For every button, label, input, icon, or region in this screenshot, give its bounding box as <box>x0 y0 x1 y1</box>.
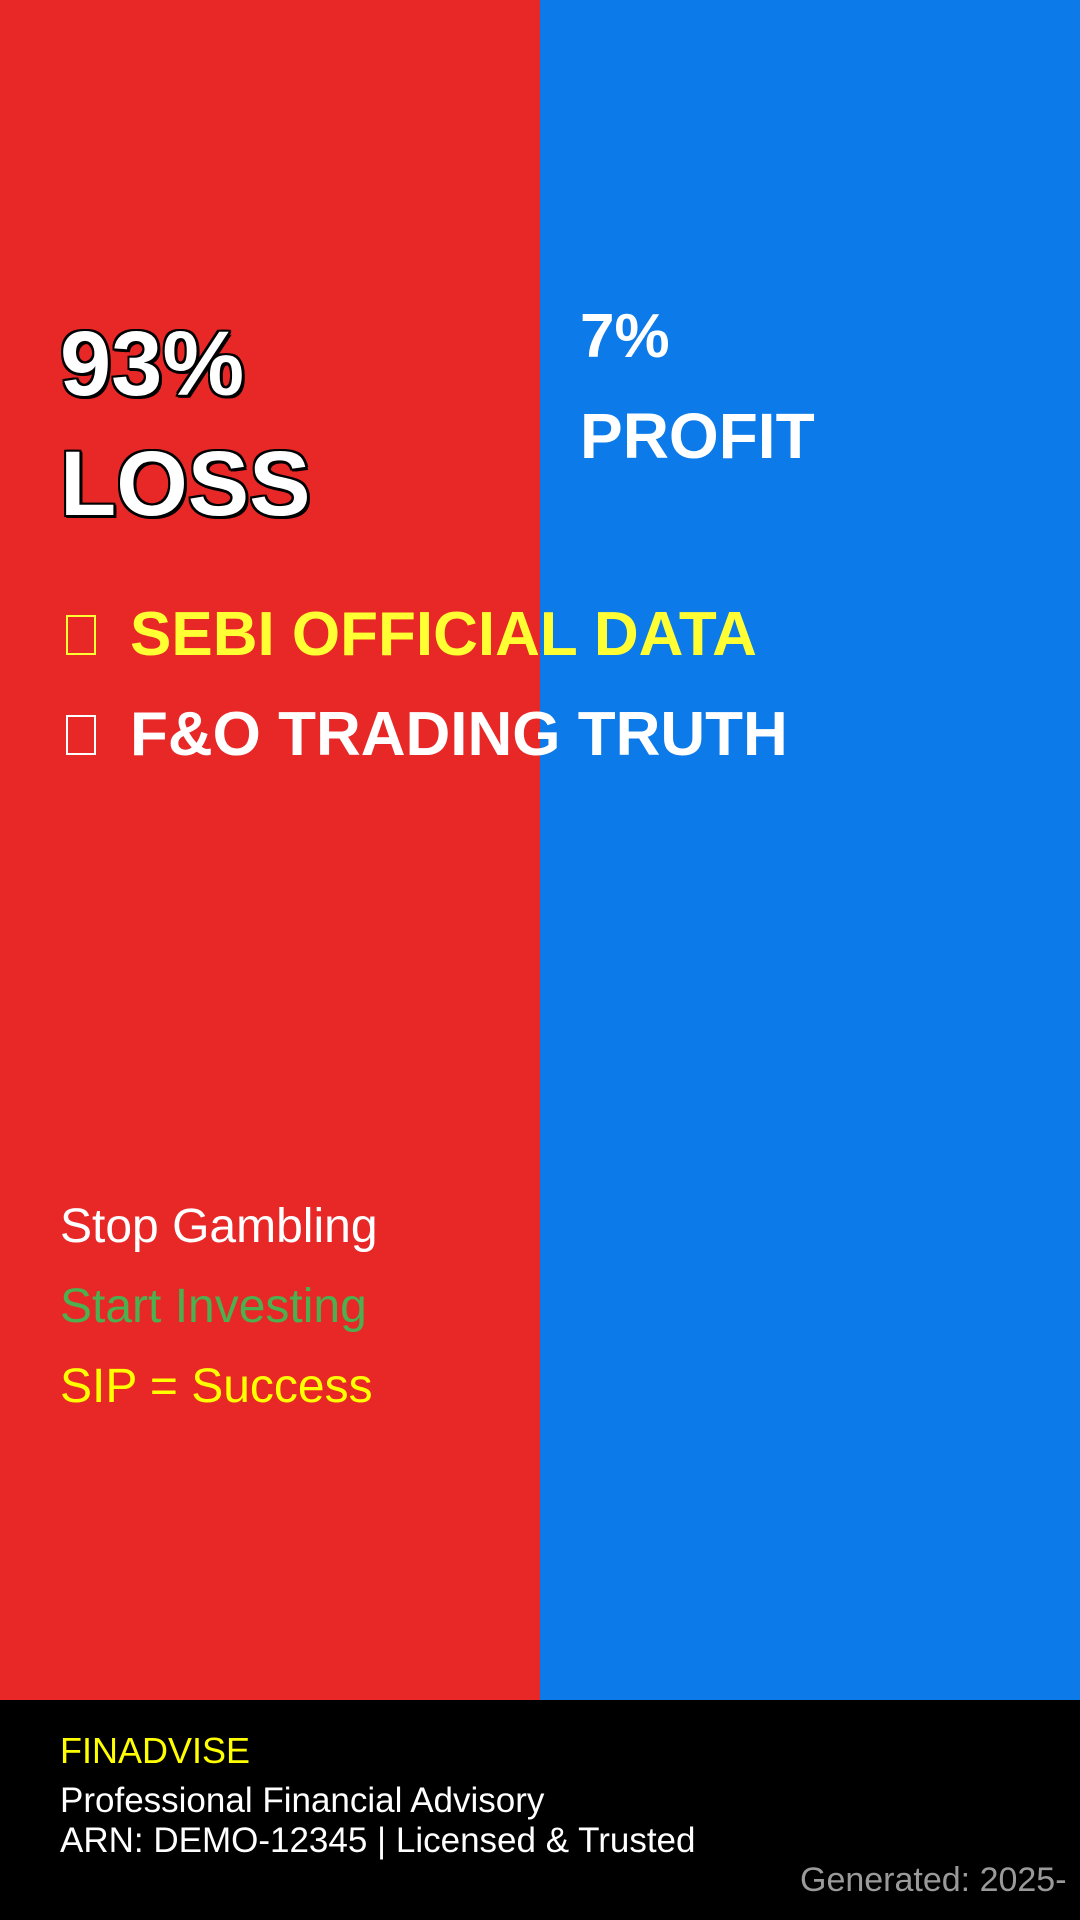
loss-percent: 93% <box>58 313 245 415</box>
profit-panel <box>540 0 1080 1700</box>
headline-sebi-text: SEBI OFFICIAL DATA <box>130 600 757 669</box>
brand-tagline: Professional Financial Advisory <box>60 1781 545 1820</box>
brand-name: FINADVISE <box>60 1730 251 1771</box>
missing-glyph-icon <box>66 715 96 755</box>
slogan-stop-gambling: Stop Gambling <box>60 1200 378 1253</box>
loss-panel <box>0 0 540 1700</box>
missing-glyph-icon <box>66 615 96 655</box>
headline-fno-text: F&O TRADING TRUTH <box>130 700 788 769</box>
headline-fno-truth: F&O TRADING TRUTH <box>66 700 788 770</box>
slogan-start-investing: Start Investing <box>60 1280 367 1333</box>
arn-license-line: ARN: DEMO-12345 | Licensed & Trusted <box>60 1821 696 1860</box>
slogan-sip-success: SIP = Success <box>60 1360 373 1413</box>
profit-percent: 7% <box>580 302 670 371</box>
headline-sebi-data: SEBI OFFICIAL DATA <box>66 600 757 670</box>
generated-timestamp: Generated: 2025- <box>800 1861 1067 1899</box>
infographic-canvas: 93% LOSS 7% PROFIT SEBI OFFICIAL DATA F&… <box>0 0 1080 1920</box>
loss-label: LOSS <box>58 433 311 535</box>
profit-label: PROFIT <box>580 400 815 472</box>
